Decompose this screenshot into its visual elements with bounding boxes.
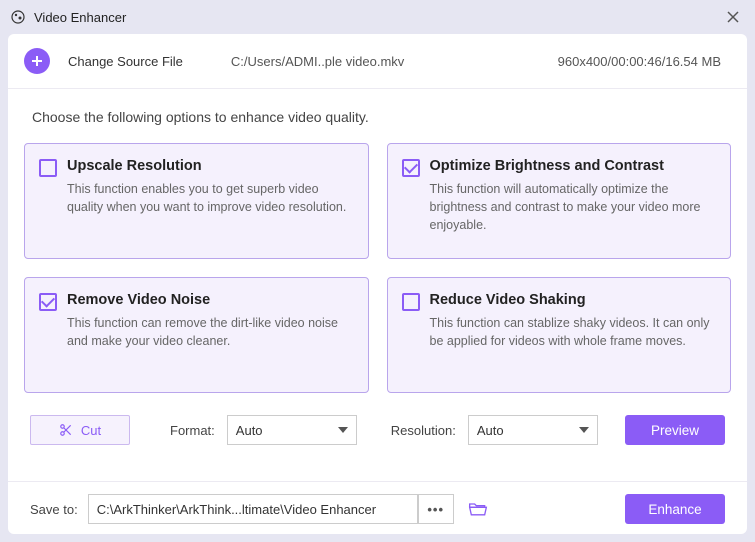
save-path-value: C:\ArkThinker\ArkThink...ltimate\Video E…: [97, 502, 376, 517]
source-path: C:/Users/ADMI..ple video.mkv: [231, 54, 404, 69]
option-cards: Upscale Resolution This function enables…: [24, 143, 731, 393]
source-meta: 960x400/00:00:46/16.54 MB: [558, 54, 721, 69]
window-title: Video Enhancer: [34, 10, 126, 25]
cut-label: Cut: [81, 423, 101, 438]
source-row: Change Source File C:/Users/ADMI..ple vi…: [8, 34, 747, 89]
save-row: Save to: C:\ArkThinker\ArkThink...ltimat…: [8, 494, 747, 524]
main-panel: Change Source File C:/Users/ADMI..ple vi…: [8, 34, 747, 534]
main-area: Choose the following options to enhance …: [8, 89, 747, 465]
card-title: Reduce Video Shaking: [430, 292, 715, 308]
plus-icon: [30, 54, 44, 68]
card-reduce-shaking[interactable]: Reduce Video Shaking This function can s…: [387, 277, 732, 393]
card-title: Upscale Resolution: [67, 158, 352, 174]
cut-button[interactable]: Cut: [30, 415, 130, 445]
save-path-input[interactable]: C:\ArkThinker\ArkThink...ltimate\Video E…: [88, 494, 418, 524]
chevron-down-icon: [338, 427, 348, 433]
card-desc: This function can stablize shaky videos.…: [430, 314, 715, 350]
card-desc: This function will automatically optimiz…: [430, 180, 715, 234]
resolution-value: Auto: [477, 423, 504, 438]
format-select[interactable]: Auto: [227, 415, 357, 445]
format-value: Auto: [236, 423, 263, 438]
format-label: Format:: [170, 423, 215, 438]
video-enhancer-window: Video Enhancer Change Source File C:/Use…: [0, 0, 755, 542]
app-icon: [10, 9, 26, 25]
ellipsis-icon: •••: [427, 502, 444, 517]
scissors-icon: [59, 423, 73, 437]
save-to-label: Save to:: [30, 502, 78, 517]
card-remove-noise[interactable]: Remove Video Noise This function can rem…: [24, 277, 369, 393]
change-source-link[interactable]: Change Source File: [68, 54, 183, 69]
titlebar: Video Enhancer: [0, 0, 755, 34]
close-icon[interactable]: [721, 5, 745, 29]
chevron-down-icon: [579, 427, 589, 433]
checkbox-noise[interactable]: [39, 293, 57, 311]
checkbox-upscale[interactable]: [39, 159, 57, 177]
card-desc: This function enables you to get superb …: [67, 180, 352, 216]
enhance-button[interactable]: Enhance: [625, 494, 725, 524]
card-title: Remove Video Noise: [67, 292, 352, 308]
open-folder-button[interactable]: [464, 495, 492, 523]
folder-icon: [468, 500, 488, 518]
browse-button[interactable]: •••: [418, 494, 454, 524]
card-upscale-resolution[interactable]: Upscale Resolution This function enables…: [24, 143, 369, 259]
card-optimize-brightness[interactable]: Optimize Brightness and Contrast This fu…: [387, 143, 732, 259]
preview-button[interactable]: Preview: [625, 415, 725, 445]
card-desc: This function can remove the dirt-like v…: [67, 314, 352, 350]
checkbox-brightness[interactable]: [402, 159, 420, 177]
add-source-button[interactable]: [24, 48, 50, 74]
card-title: Optimize Brightness and Contrast: [430, 158, 715, 174]
resolution-label: Resolution:: [391, 423, 456, 438]
divider: [8, 481, 747, 482]
resolution-select[interactable]: Auto: [468, 415, 598, 445]
instruction-text: Choose the following options to enhance …: [32, 109, 723, 125]
checkbox-shaking[interactable]: [402, 293, 420, 311]
controls-row: Cut Format: Auto Resolution: Auto Previe…: [24, 415, 731, 445]
